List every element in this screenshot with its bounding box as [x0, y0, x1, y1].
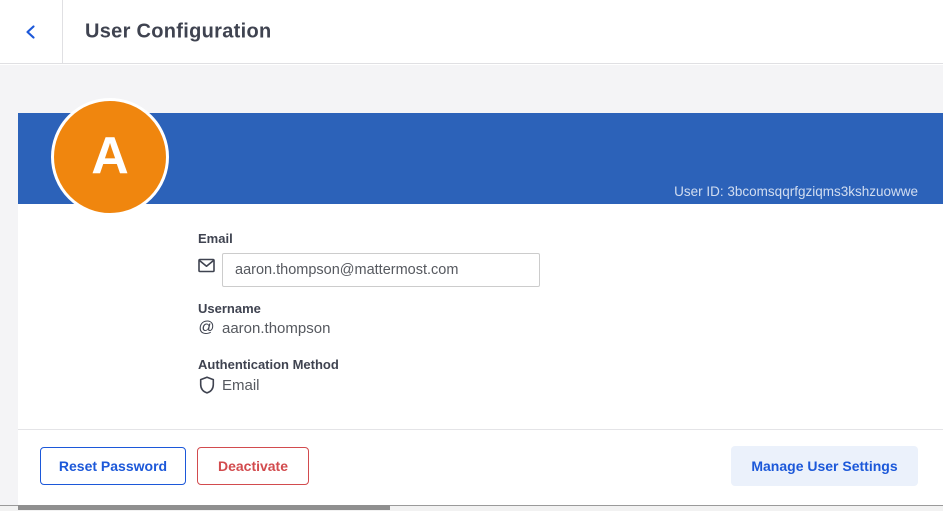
username-label: Username: [198, 301, 261, 316]
envelope-icon: [198, 257, 215, 274]
at-sign-icon: @: [198, 319, 215, 336]
chevron-left-icon: [23, 24, 39, 40]
username-value: aaron.thompson: [222, 320, 330, 337]
email-input[interactable]: [222, 253, 540, 287]
manage-user-settings-button[interactable]: Manage User Settings: [731, 446, 918, 486]
avatar: A: [51, 98, 169, 216]
reset-password-button[interactable]: Reset Password: [40, 447, 186, 485]
auth-method-value: Email: [222, 377, 260, 394]
user-profile-card: User ID: 3bcomsqqrfgziqms3kshzuowwe A Em…: [18, 113, 943, 505]
auth-method-label: Authentication Method: [198, 357, 339, 372]
user-configuration-screen: User Configuration User ID: 3bcomsqqrfgz…: [0, 0, 943, 511]
deactivate-button[interactable]: Deactivate: [197, 447, 309, 485]
avatar-initial: A: [91, 130, 129, 182]
shield-icon: [198, 376, 215, 393]
user-id-text: User ID: 3bcomsqqrfgziqms3kshzuowwe: [674, 184, 918, 199]
back-button[interactable]: [13, 14, 49, 50]
footer-divider: [18, 429, 943, 430]
header-divider: [62, 0, 63, 64]
email-label: Email: [198, 231, 233, 246]
horizontal-scrollbar-thumb[interactable]: [18, 505, 390, 510]
top-header-bar: User Configuration: [0, 0, 943, 64]
page-title: User Configuration: [85, 20, 272, 43]
